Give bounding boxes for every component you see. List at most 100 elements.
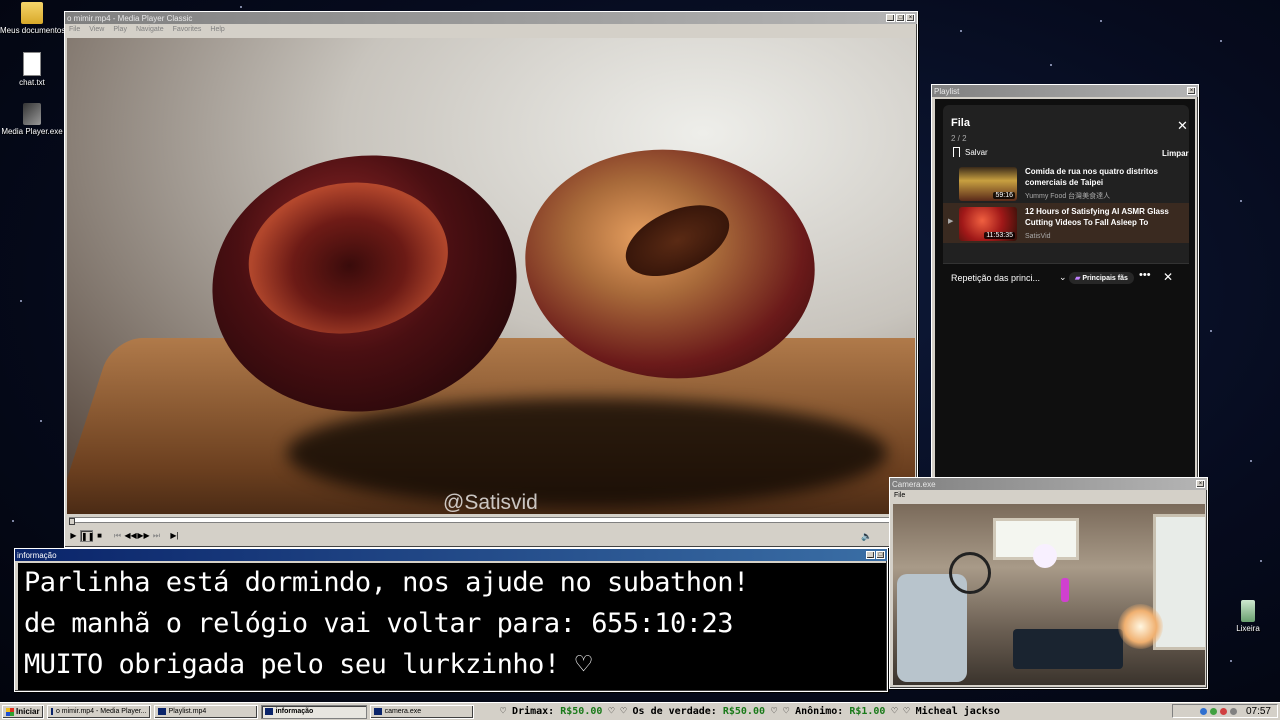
window-icon bbox=[50, 708, 53, 715]
minimize-button[interactable]: _ bbox=[866, 551, 875, 559]
table bbox=[1013, 629, 1123, 669]
queue-item-channel: Yummy Food 台灣美食達人 bbox=[1025, 193, 1111, 200]
fans-icon: ▰ bbox=[1075, 275, 1081, 282]
info-line-2: de manhã o relógio vai voltar para: 655:… bbox=[24, 608, 734, 639]
info-message-area: Parlinha está dormindo, nos ajude no sub… bbox=[18, 563, 886, 690]
volume-icon[interactable]: 🔈 bbox=[861, 531, 873, 543]
queue-item-title: Comida de rua nos quatro distritos comer… bbox=[1025, 167, 1158, 187]
info-line-1: Parlinha está dormindo, nos ajude no sub… bbox=[24, 567, 749, 598]
playlist-panel: Fila 2 / 2 ✕ Salvar Limpar 59:16 Comida … bbox=[935, 99, 1195, 480]
menu-file[interactable]: File bbox=[894, 492, 905, 499]
maximize-button[interactable]: □ bbox=[896, 14, 905, 22]
seek-bar[interactable] bbox=[69, 517, 915, 523]
video-thumbnail: 11:53:35 bbox=[959, 207, 1017, 241]
minimize-button[interactable]: _ bbox=[886, 14, 895, 22]
media-player-titlebar[interactable]: o mimir.mp4 - Media Player Classic _ □ × bbox=[65, 12, 917, 24]
taskbar-item-info[interactable]: informação bbox=[260, 704, 367, 719]
ticker-heart-icon: ♡ bbox=[500, 706, 513, 717]
menu-play[interactable]: Play bbox=[113, 26, 127, 33]
clock[interactable]: 07:57 bbox=[1246, 706, 1271, 717]
armchair bbox=[897, 574, 967, 682]
menu-file[interactable]: File bbox=[69, 26, 80, 33]
queue-item[interactable]: 59:16 Comida de rua nos quatro distritos… bbox=[943, 163, 1189, 203]
window-title: Playlist bbox=[934, 86, 960, 96]
stop-icon[interactable]: ■ bbox=[93, 530, 106, 542]
tray-icon-shield[interactable] bbox=[1199, 707, 1207, 715]
close-button[interactable]: × bbox=[906, 14, 915, 22]
queue-item-current[interactable]: ▶ 11:53:35 12 Hours of Satisfying AI ASM… bbox=[943, 203, 1189, 243]
video-thumbnail: 59:16 bbox=[959, 167, 1017, 201]
ticker-heart-icon: ♡ ♡ bbox=[608, 706, 633, 717]
maximize-button[interactable]: □ bbox=[876, 551, 885, 559]
pause-icon[interactable]: ❚❚ bbox=[80, 530, 94, 542]
media-player-menubar: File View Play Navigate Favorites Help bbox=[65, 24, 917, 35]
ticker-donor-name: Micheal jackso bbox=[915, 706, 1000, 717]
plum-shadow bbox=[287, 398, 887, 508]
menu-favorites[interactable]: Favorites bbox=[173, 26, 202, 33]
window-icon bbox=[157, 708, 166, 715]
ticker-heart-icon: ♡ ♡ bbox=[771, 706, 796, 717]
fast-forward-icon[interactable]: ▶▶ bbox=[137, 530, 150, 542]
donation-ticker: ♡ Drimax: R$50.00 ♡ ♡ Os de verdade: R$5… bbox=[500, 703, 1180, 720]
text-file-icon bbox=[23, 52, 41, 76]
close-icon[interactable]: ✕ bbox=[1177, 118, 1188, 134]
playlist-titlebar[interactable]: Playlist × bbox=[932, 85, 1198, 97]
window-icon bbox=[264, 708, 273, 715]
queue-item-title: 12 Hours of Satisfying AI ASMR Glass Cut… bbox=[1025, 207, 1169, 227]
taskbar-item-playlist[interactable]: Playlist.mp4 bbox=[153, 704, 258, 719]
playlist-window: Playlist × Fila 2 / 2 ✕ Salvar Limpar 59… bbox=[931, 84, 1199, 482]
info-line-3: MUITO obrigada pelo seu lurkzinho! ♡ bbox=[24, 649, 592, 680]
ticker-amount: R$50.00 bbox=[722, 706, 765, 717]
more-options-icon[interactable]: ••• bbox=[1139, 269, 1151, 281]
playback-controls: ▶ ❚❚ ■ ⏮ ◀◀ ▶▶ ⏭ ▶| bbox=[67, 530, 181, 542]
menu-view[interactable]: View bbox=[89, 26, 104, 33]
close-button[interactable]: × bbox=[1196, 480, 1205, 488]
desktop-icon-my-documents[interactable]: Meus documentos bbox=[0, 2, 65, 35]
previous-icon[interactable]: ⏮ bbox=[111, 530, 124, 542]
save-button[interactable]: Salvar bbox=[953, 147, 988, 157]
camera-feed bbox=[893, 504, 1205, 685]
repeat-dropdown[interactable]: Repetição das princi... bbox=[951, 273, 1040, 283]
menu-navigate[interactable]: Navigate bbox=[136, 26, 164, 33]
window-title: o mimir.mp4 - Media Player Classic bbox=[67, 13, 193, 23]
tray-icon-volume[interactable] bbox=[1219, 707, 1227, 715]
info-window: informação _ □ Parlinha está dormindo, n… bbox=[14, 548, 888, 692]
chevron-down-icon[interactable]: ⌄ bbox=[1059, 272, 1067, 283]
purple-object bbox=[1061, 578, 1069, 602]
desktop-icon-recycle-bin[interactable]: Lixeira bbox=[1216, 600, 1280, 633]
close-icon[interactable]: ✕ bbox=[1163, 270, 1173, 284]
desktop-icon-chat-txt[interactable]: chat.txt bbox=[0, 52, 64, 87]
glowing-lamp bbox=[1118, 604, 1163, 649]
duration-badge: 11:53:35 bbox=[984, 232, 1015, 239]
close-button[interactable]: × bbox=[1187, 87, 1196, 95]
info-titlebar[interactable]: informação _ □ bbox=[15, 549, 887, 561]
system-tray: 07:57 bbox=[1172, 704, 1278, 718]
ceiling-lamp bbox=[1033, 544, 1057, 568]
top-fans-chip[interactable]: ▰ Principais fãs bbox=[1069, 272, 1134, 284]
video-frame[interactable]: @Satisvid bbox=[67, 38, 915, 514]
clear-button[interactable]: Limpar bbox=[1162, 149, 1189, 158]
tray-icon-app[interactable] bbox=[1229, 707, 1237, 715]
media-player-window: o mimir.mp4 - Media Player Classic _ □ ×… bbox=[64, 11, 918, 548]
menu-help[interactable]: Help bbox=[210, 26, 224, 33]
queue-card: Fila 2 / 2 ✕ Salvar Limpar 59:16 Comida … bbox=[943, 105, 1189, 285]
camera-titlebar[interactable]: Camera.exe × bbox=[890, 478, 1207, 490]
tray-icon-network[interactable] bbox=[1209, 707, 1217, 715]
ticker-heart-icon: ♡ ♡ bbox=[891, 706, 916, 717]
desktop-icon-media-player[interactable]: Media Player.exe bbox=[0, 103, 64, 136]
ticker-donor-name: Drimax: bbox=[512, 706, 555, 717]
taskbar: Iniciar o mimir.mp4 - Media Player... Pl… bbox=[0, 702, 1280, 720]
taskbar-item-camera[interactable]: camera.exe bbox=[369, 704, 474, 719]
taskbar-item-media-player[interactable]: o mimir.mp4 - Media Player... bbox=[46, 704, 151, 719]
window-title: informação bbox=[17, 550, 57, 560]
rewind-icon[interactable]: ◀◀ bbox=[124, 530, 137, 542]
playlist-footer: Repetição das princi... ⌄ ▰ Principais f… bbox=[943, 263, 1189, 296]
folder-icon bbox=[21, 2, 43, 24]
next-icon[interactable]: ⏭ bbox=[150, 530, 163, 542]
frame-step-icon[interactable]: ▶| bbox=[168, 530, 181, 542]
start-button[interactable]: Iniciar bbox=[2, 704, 44, 719]
play-icon[interactable]: ▶ bbox=[67, 530, 80, 542]
seek-thumb[interactable] bbox=[69, 518, 75, 525]
queue-item-channel: SatisVid bbox=[1025, 233, 1051, 240]
ticker-amount: R$50.00 bbox=[560, 706, 603, 717]
